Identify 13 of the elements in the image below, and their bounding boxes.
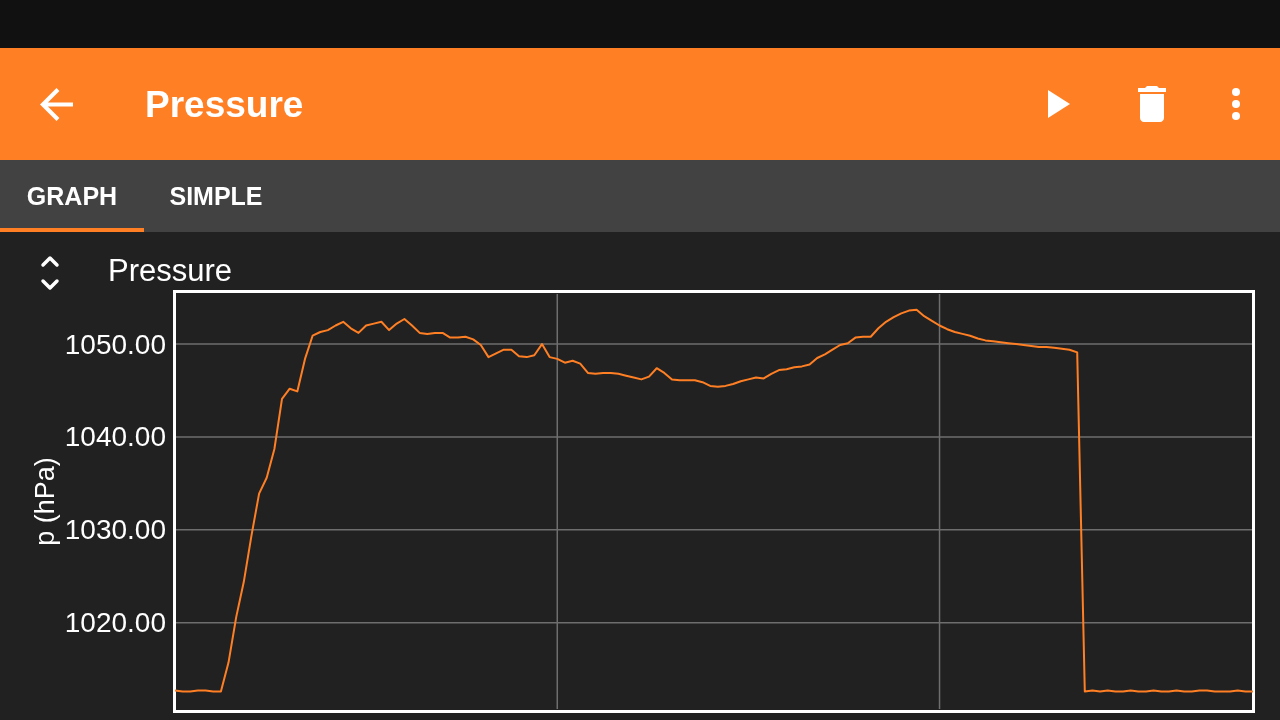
more-menu-icon[interactable] <box>1232 88 1240 120</box>
play-icon[interactable] <box>1048 90 1070 118</box>
y-tick-label: 1040.00 <box>64 421 166 453</box>
back-arrow-icon[interactable] <box>40 87 73 121</box>
chart-title: Pressure <box>108 252 233 290</box>
up-down-chevron-icon[interactable] <box>40 255 60 291</box>
y-tick-label: 1020.00 <box>64 607 166 639</box>
y-tick-label: 1050.00 <box>64 328 166 360</box>
y-axis-label: p (hPa) <box>30 457 60 546</box>
tab[interactable]: SIMPLE <box>144 160 288 232</box>
toolbar-title: Pressure <box>145 85 304 123</box>
y-tick-label: 1030.00 <box>64 514 166 546</box>
trash-icon[interactable] <box>1138 86 1166 122</box>
